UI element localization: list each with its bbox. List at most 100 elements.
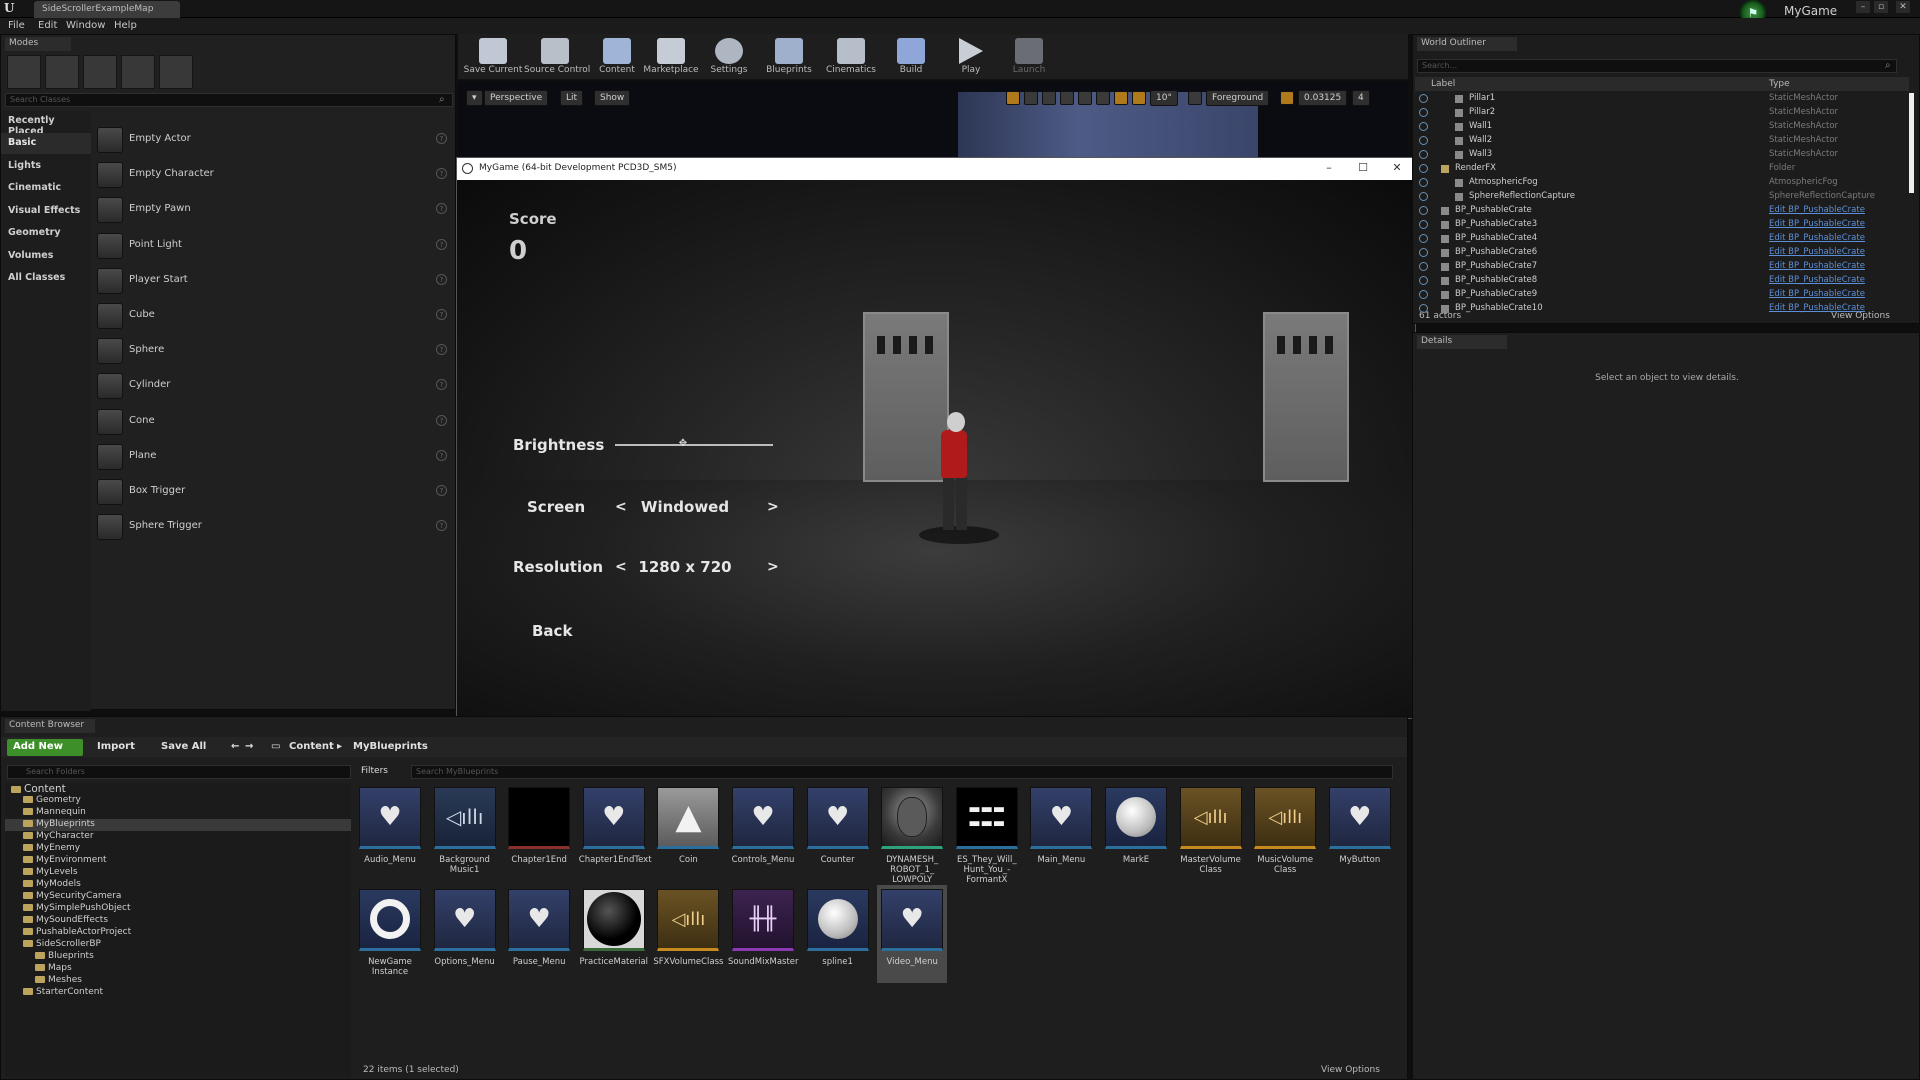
build-button[interactable]: Build (880, 36, 942, 78)
help-icon[interactable]: ? (436, 238, 447, 250)
place-item-box-trigger[interactable]: Box Trigger? (95, 475, 453, 509)
world-outliner-tab[interactable]: World Outliner (1417, 37, 1517, 51)
asset-tile[interactable]: ♥ Pause_Menu (504, 885, 574, 983)
place-item-point-light[interactable]: Point Light? (95, 229, 453, 263)
breadcrumb-myblueprints[interactable]: MyBlueprints (353, 741, 428, 752)
world-space-icon[interactable] (1078, 91, 1092, 105)
outliner-scrollbar[interactable] (1909, 93, 1914, 193)
asset-tile[interactable]: Chapter1End (504, 783, 574, 881)
category-basic[interactable]: Basic (1, 133, 91, 154)
menu-edit[interactable]: Edit (38, 20, 57, 31)
settings-button[interactable]: Settings (698, 36, 760, 78)
edit-blueprint-link[interactable]: Edit BP_PushableCrate (1769, 247, 1865, 257)
folder-tree-item[interactable]: StarterContent (5, 987, 351, 999)
asset-tile[interactable]: ♥ Counter (803, 783, 873, 881)
add-new-button[interactable]: Add New (7, 739, 83, 756)
folder-tree-item[interactable]: MyEnemy (5, 843, 351, 855)
launch-button[interactable]: Launch (998, 36, 1060, 78)
rotation-snap-icon[interactable] (1132, 91, 1146, 105)
visibility-eye-icon[interactable] (1419, 234, 1428, 243)
surface-snap-icon[interactable] (1096, 91, 1110, 105)
back-arrow-icon[interactable]: ← (231, 741, 239, 752)
outliner-row[interactable]: BP_PushableCrate6 Edit BP_PushableCrate (1415, 246, 1903, 260)
marketplace-button[interactable]: Marketplace (640, 36, 702, 78)
minimize-button[interactable]: – (1856, 1, 1870, 13)
visibility-eye-icon[interactable] (1419, 122, 1428, 131)
maximize-button[interactable]: ▫ (1874, 1, 1888, 13)
folder-tree-item[interactable]: MyBlueprints (5, 819, 351, 831)
import-button[interactable]: Import (97, 741, 135, 752)
label-column-header[interactable]: Label (1431, 79, 1455, 89)
brightness-slider-thumb[interactable]: ✥ (677, 438, 689, 450)
visibility-eye-icon[interactable] (1419, 262, 1428, 271)
help-icon[interactable]: ? (436, 520, 447, 532)
resolution-next-button[interactable]: > (767, 559, 779, 575)
source-control-button[interactable]: Source Control (524, 36, 590, 78)
edit-blueprint-link[interactable]: Edit BP_PushableCrate (1769, 219, 1865, 229)
outliner-row[interactable]: AtmosphericFog AtmosphericFog (1415, 176, 1903, 190)
category-cinematic[interactable]: Cinematic (1, 178, 91, 199)
asset-tile[interactable]: ▲ Coin (653, 783, 723, 881)
outliner-row[interactable]: BP_PushableCrate10 Edit BP_PushableCrate (1415, 302, 1903, 316)
outliner-row[interactable]: BP_PushableCrate9 Edit BP_PushableCrate (1415, 288, 1903, 302)
folder-tree-item[interactable]: Blueprints (5, 951, 351, 963)
asset-tile[interactable]: ♥ Main_Menu (1026, 783, 1096, 881)
level-tab[interactable]: SideScrollerExampleMap (34, 1, 180, 18)
asset-tile[interactable]: ♥ Chapter1EndText (579, 783, 652, 881)
place-item-plane[interactable]: Plane? (95, 440, 453, 474)
folder-tree-item[interactable]: Geometry (5, 795, 351, 807)
layer-icon[interactable] (1188, 91, 1202, 105)
filters-button[interactable]: Filters (357, 765, 407, 779)
folder-tree-item[interactable]: Mannequin (5, 807, 351, 819)
folder-tree-item[interactable]: Content (5, 783, 351, 795)
help-icon[interactable]: ? (436, 203, 447, 215)
help-icon[interactable]: ? (436, 273, 447, 285)
folder-tree-item[interactable]: MySimplePushObject (5, 903, 351, 915)
rotate-icon[interactable] (1042, 91, 1056, 105)
place-item-cone[interactable]: Cone? (95, 405, 453, 439)
edit-blueprint-link[interactable]: Edit BP_PushableCrate (1769, 289, 1865, 299)
screen-next-button[interactable]: > (767, 499, 779, 515)
visibility-eye-icon[interactable] (1419, 276, 1428, 285)
paint-mode-icon[interactable] (45, 55, 79, 89)
cinematics-button[interactable]: Cinematics (820, 36, 882, 78)
details-tab[interactable]: Details (1417, 335, 1507, 349)
modes-tab[interactable]: Modes (5, 37, 71, 51)
menu-file[interactable]: File (8, 20, 25, 31)
asset-tile[interactable]: ♥ Options_Menu (430, 885, 500, 983)
asset-tile[interactable]: DYNAMESH_ ROBOT_1_ LOWPOLY (877, 783, 947, 885)
place-item-empty-actor[interactable]: Empty Actor? (95, 123, 453, 157)
help-icon[interactable]: ? (436, 344, 447, 356)
outliner-row[interactable]: BP_PushableCrate3 Edit BP_PushableCrate (1415, 218, 1903, 232)
content-view-options[interactable]: View Options (1321, 1065, 1380, 1075)
select-mode-icon[interactable] (1006, 91, 1020, 105)
asset-tile[interactable]: ╫╫ SoundMixMaster (728, 885, 799, 983)
scale-snap-value[interactable]: 0.03125 (1298, 90, 1348, 106)
type-column-header[interactable]: Type (1769, 79, 1790, 89)
help-icon[interactable]: ? (436, 309, 447, 320)
asset-tile[interactable]: PracticeMaterial (579, 885, 649, 983)
geometry-mode-icon[interactable] (159, 55, 193, 89)
translate-icon[interactable] (1024, 91, 1038, 105)
category-lights[interactable]: Lights (1, 156, 91, 177)
edit-blueprint-link[interactable]: Edit BP_PushableCrate (1769, 303, 1865, 313)
folder-tree-item[interactable]: MyCharacter (5, 831, 351, 843)
category-visual-effects[interactable]: Visual Effects (1, 201, 91, 222)
folder-tree-item[interactable]: MyModels (5, 879, 351, 891)
brightness-slider[interactable] (615, 444, 773, 446)
place-item-cube[interactable]: Cube? (95, 299, 453, 333)
edit-blueprint-link[interactable]: Edit BP_PushableCrate (1769, 205, 1865, 215)
asset-tile[interactable]: ◁ıllı MusicVolume Class (1250, 783, 1320, 881)
help-icon[interactable]: ? (436, 379, 447, 391)
category-recently-placed[interactable]: Recently Placed (1, 111, 91, 137)
asset-tile[interactable]: spline1 (803, 885, 873, 983)
outliner-row[interactable]: RenderFX Folder (1415, 162, 1903, 176)
menu-help[interactable]: Help (114, 20, 137, 31)
asset-tile[interactable]: MarkE (1101, 783, 1171, 881)
level-viewport[interactable]: ▾ Perspective Lit Show 10° Foreground 0.… (458, 82, 1408, 158)
visibility-eye-icon[interactable] (1419, 248, 1428, 257)
asset-tile[interactable]: ◁ıllı MasterVolume Class (1176, 783, 1246, 881)
game-minimize-button[interactable]: – (1319, 161, 1339, 177)
landscape-mode-icon[interactable] (83, 55, 117, 89)
save-all-button[interactable]: Save All (161, 741, 206, 752)
